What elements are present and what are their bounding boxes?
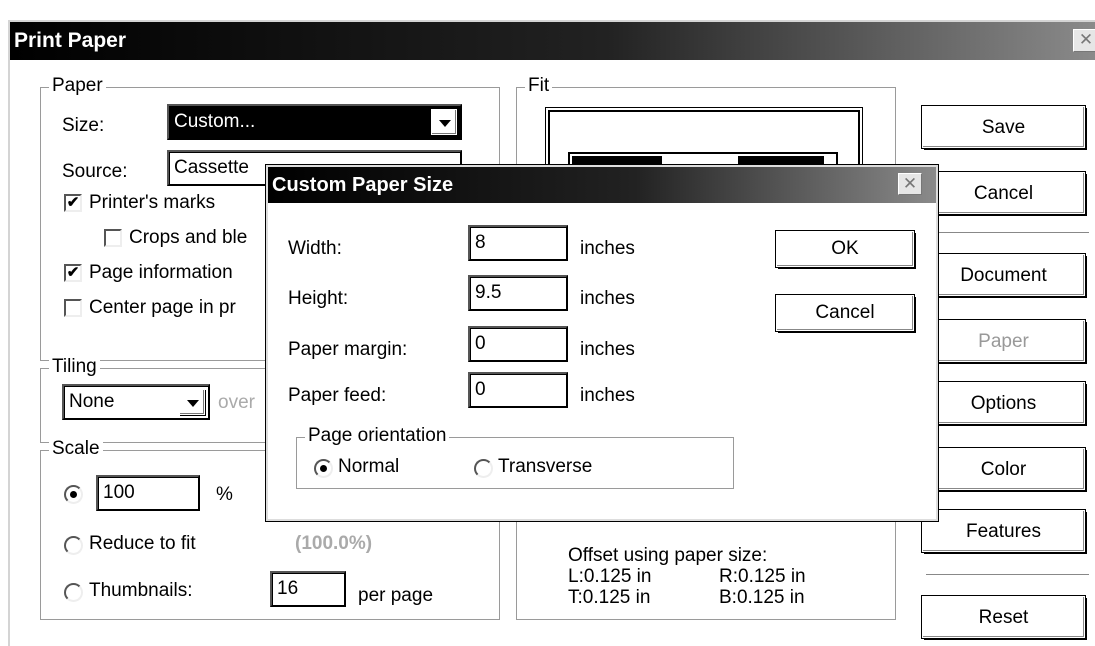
offset-bottom: B:0.125 in [719, 587, 805, 608]
paper-margin-input[interactable]: 0 [468, 326, 568, 362]
tiling-value: None [69, 391, 115, 412]
chevron-down-icon[interactable] [431, 109, 457, 135]
paper-margin-value: 0 [475, 333, 486, 354]
window-title-bar: Print Paper [10, 22, 1095, 60]
width-label: Width: [288, 238, 342, 259]
thumbnails-label: Thumbnails: [89, 580, 193, 601]
height-value: 9.5 [475, 282, 502, 303]
paper-button[interactable]: Paper [921, 319, 1086, 363]
reduce-to-fit-label: Reduce to fit [89, 533, 196, 554]
per-page-label: per page [358, 585, 434, 606]
dialog-close-icon[interactable]: ✕ [898, 173, 922, 195]
size-label: Size: [62, 115, 105, 136]
paper-feed-value: 0 [475, 379, 486, 400]
reduce-to-fit-value: (100.0%) [295, 533, 373, 554]
crops-checkbox[interactable] [104, 229, 122, 247]
dialog-title: Custom Paper Size [272, 174, 454, 196]
offset-top: T:0.125 in [568, 587, 651, 608]
cancel-button[interactable]: Cancel [921, 171, 1086, 215]
reduce-to-fit-radio[interactable] [64, 536, 83, 555]
scale-percent-radio[interactable] [64, 485, 83, 504]
save-button[interactable]: Save [921, 105, 1086, 149]
width-input[interactable]: 8 [468, 225, 568, 261]
width-unit: inches [580, 238, 635, 259]
transverse-radio[interactable] [474, 459, 493, 478]
window-title: Print Paper [14, 29, 127, 52]
fit-legend: Fit [525, 75, 553, 97]
normal-label: Normal [338, 456, 400, 477]
width-value: 8 [475, 232, 486, 253]
scale-percent-value: 100 [103, 482, 135, 503]
center-page-checkbox[interactable] [64, 299, 82, 317]
printers-marks-checkbox[interactable]: ✔ [64, 194, 82, 212]
page-orientation-legend: Page orientation [305, 425, 450, 447]
dialog-cancel-button[interactable]: Cancel [775, 294, 915, 332]
scale-legend: Scale [49, 438, 103, 460]
thumbnails-input[interactable]: 16 [270, 571, 346, 607]
paper-feed-unit: inches [580, 385, 635, 406]
page-information-checkbox[interactable]: ✔ [64, 264, 82, 282]
source-value: Cassette [174, 157, 249, 178]
button-separator-top [926, 232, 1089, 234]
height-unit: inches [580, 288, 635, 309]
paper-feed-input[interactable]: 0 [468, 372, 568, 408]
button-separator-bottom [926, 574, 1089, 576]
dialog-title-bar: Custom Paper Size [268, 167, 936, 203]
paper-margin-label: Paper margin: [288, 339, 408, 360]
center-page-label: Center page in pr [89, 297, 236, 318]
source-label: Source: [62, 161, 128, 182]
size-select[interactable]: Custom... [167, 104, 462, 140]
height-label: Height: [288, 288, 349, 309]
scale-percent-input[interactable]: 100 [96, 475, 200, 511]
tiling-legend: Tiling [49, 356, 100, 378]
transverse-label: Transverse [498, 456, 593, 477]
custom-paper-size-dialog: Custom Paper Size ✕ Width: 8 inches Heig… [265, 164, 939, 522]
window-close-icon[interactable]: ✕ [1073, 29, 1095, 52]
options-button[interactable]: Options [921, 381, 1086, 425]
size-value: Custom... [174, 106, 260, 138]
document-button[interactable]: Document [921, 253, 1086, 297]
printers-marks-label: Printer's marks [89, 192, 216, 213]
thumbnails-radio[interactable] [64, 583, 83, 602]
percent-symbol: % [216, 484, 233, 505]
normal-radio[interactable] [314, 459, 333, 478]
paper-margin-unit: inches [580, 339, 635, 360]
crops-label: Crops and ble [129, 227, 248, 248]
ok-button[interactable]: OK [775, 230, 915, 268]
tiling-select[interactable]: None [62, 384, 210, 420]
reset-button[interactable]: Reset [921, 595, 1086, 639]
height-input[interactable]: 9.5 [468, 275, 568, 311]
color-button[interactable]: Color [921, 447, 1086, 491]
overlap-label: over [218, 392, 255, 413]
thumbnails-value: 16 [277, 578, 299, 599]
paper-legend: Paper [49, 75, 106, 97]
chevron-down-icon[interactable] [179, 389, 205, 415]
page-information-label: Page information [89, 262, 233, 283]
features-button[interactable]: Features [921, 509, 1086, 553]
paper-feed-label: Paper feed: [288, 385, 387, 406]
